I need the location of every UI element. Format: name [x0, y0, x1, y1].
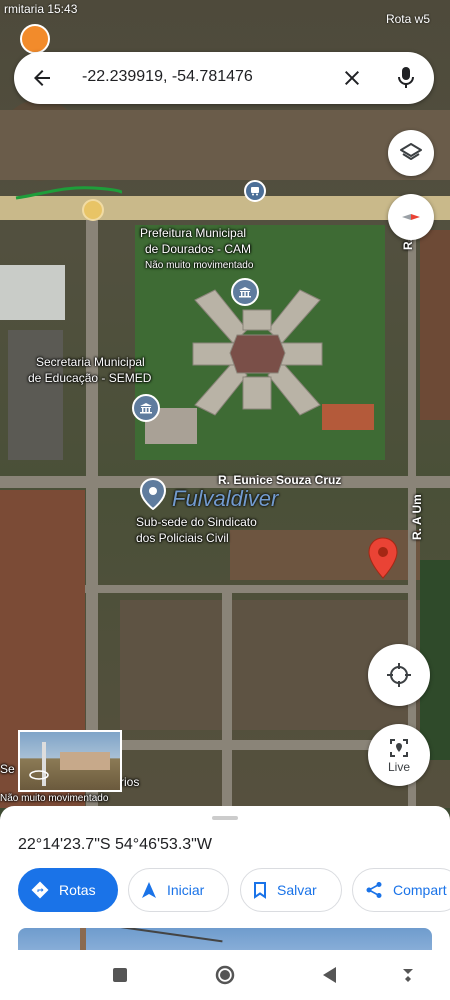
layers-button[interactable] [388, 130, 434, 176]
bookmark-icon [254, 882, 266, 899]
government-poi-icon[interactable] [132, 394, 160, 422]
mic-icon[interactable] [394, 64, 418, 92]
directions-icon [31, 881, 49, 899]
layers-icon [400, 143, 422, 160]
label-bottom-busy: Não muito movimentado [0, 793, 109, 804]
label-prefeitura-2: de Dourados - CAM [145, 242, 252, 256]
place-poi-icon[interactable] [139, 477, 167, 511]
status-bar: rmitaria 15:43 Rota w5 [0, 0, 450, 54]
prefeitura-building [192, 289, 323, 416]
compass-button[interactable] [388, 194, 434, 240]
road-vertical-mid [222, 585, 232, 808]
label-sindicato-1: Sub-sede do Sindicato [136, 515, 257, 529]
dropped-pin-icon[interactable] [368, 537, 398, 579]
back-triangle-icon[interactable] [320, 965, 340, 985]
my-location-icon [387, 663, 411, 687]
directions-label: Rotas [59, 882, 96, 898]
bank-poi-icon[interactable] [231, 278, 259, 306]
road-vertical-left [86, 220, 98, 808]
street-label-eunice: R. Eunice Souza Cruz [218, 473, 342, 487]
status-right-text: Rota w5 [385, 12, 430, 26]
coordinates-text: 22°14'23.7"S 54°46'53.3"W [18, 836, 212, 853]
notification-app-icon [20, 24, 50, 54]
status-left-text: rmitaria 15:43 [4, 2, 78, 16]
drag-handle[interactable] [212, 816, 238, 820]
urban-block-top [0, 110, 450, 180]
road-mid [85, 585, 415, 593]
share-icon [366, 882, 382, 898]
keyboard-down-icon[interactable] [398, 965, 418, 985]
navigation-icon [142, 882, 156, 898]
thumb-building [60, 752, 110, 770]
my-location-button[interactable] [368, 644, 430, 706]
junction-marker [82, 199, 104, 221]
court-block [8, 330, 63, 460]
live-label: Live [387, 759, 410, 774]
recents-icon[interactable] [110, 965, 130, 985]
warehouse-roof [0, 265, 65, 320]
label-bottom-left-1: Se [0, 762, 15, 776]
compass-icon [402, 214, 420, 220]
home-icon[interactable] [215, 965, 235, 985]
field-right [420, 230, 450, 420]
search-bar[interactable]: -22.239919, -54.781476 [14, 52, 434, 104]
arrow-back-icon[interactable] [30, 66, 54, 90]
label-bottom-left-2: rios [120, 775, 140, 789]
traffic-line [15, 186, 123, 200]
360-icon [29, 770, 49, 780]
watermark: Fulvaldiver [172, 486, 279, 511]
system-nav-bar [0, 950, 450, 1000]
save-label: Salvar [277, 882, 317, 898]
street-label-a-um-2: R. A Um [410, 494, 424, 540]
share-label: Compart [393, 882, 447, 898]
search-query[interactable]: -22.239919, -54.781476 [82, 68, 253, 86]
live-view-button[interactable]: Live [368, 724, 430, 786]
label-sindicato-2: dos Policiais Civil [136, 531, 229, 545]
start-button[interactable]: Iniciar [128, 868, 229, 912]
bus-stop-icon[interactable] [244, 180, 266, 202]
preview-wire [103, 928, 223, 943]
directions-button[interactable]: Rotas [18, 868, 118, 912]
live-view-icon [390, 738, 408, 757]
share-button[interactable]: Compart [352, 868, 450, 912]
label-prefeitura-1: Prefeitura Municipal [140, 226, 247, 240]
save-button[interactable]: Salvar [240, 868, 342, 912]
street-view-thumbnail[interactable] [18, 730, 122, 792]
place-sheet[interactable]: 22°14'23.7"S 54°46'53.3"W Rotas Iniciar … [0, 806, 450, 968]
close-icon[interactable] [340, 66, 364, 90]
label-secretaria-1: Secretaria Municipal [36, 355, 145, 369]
label-secretaria-2: de Educação - SEMED [28, 371, 152, 385]
label-prefeitura-busy: Não muito movimentado [145, 260, 254, 271]
start-label: Iniciar [167, 882, 205, 898]
